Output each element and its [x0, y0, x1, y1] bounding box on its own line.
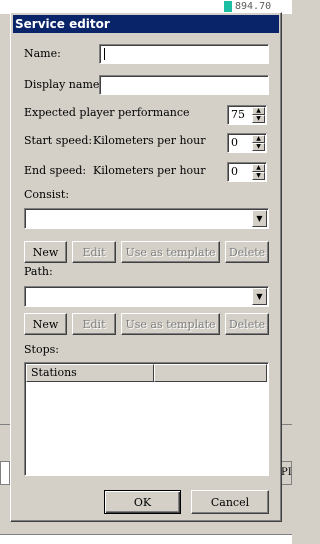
service-editor-dialog: Service editor Name: Display name: Expec… [10, 12, 282, 522]
path-template-button[interactable]: Use as template [121, 313, 220, 335]
end-speed-unit: Kilometers per hour [93, 164, 206, 177]
start-speed-value: 0 [231, 136, 238, 149]
start-speed-label: Start speed: [24, 134, 93, 147]
chevron-down-icon[interactable]: ▼ [252, 288, 267, 305]
readout-value: 894.70 [235, 0, 272, 12]
stops-list[interactable]: Stations [24, 362, 269, 476]
spin-down-icon[interactable]: ▼ [252, 172, 265, 180]
path-label: Path: [24, 265, 53, 278]
consist-edit-button[interactable]: Edit [72, 241, 116, 263]
start-speed-spinner[interactable]: 0 ▲ ▼ [227, 133, 267, 153]
stops-label: Stops: [24, 343, 59, 356]
consist-new-button[interactable]: New [24, 241, 67, 263]
spin-up-icon[interactable]: ▲ [252, 164, 265, 172]
path-dropdown[interactable]: ▼ [24, 286, 269, 307]
end-speed-label: End speed: [24, 164, 87, 177]
display-name-label: Display name: [24, 78, 104, 91]
coordinate-readout: 894.70 [224, 0, 271, 12]
cancel-button[interactable]: Cancel [191, 490, 269, 514]
background-bottom-strip [0, 534, 292, 544]
performance-spinner[interactable]: 75 ▲ ▼ [227, 105, 267, 125]
start-speed-unit: Kilometers per hour [93, 134, 206, 147]
spin-up-icon[interactable]: ▲ [252, 107, 265, 115]
end-speed-value: 0 [231, 165, 238, 178]
performance-label: Expected player performance [24, 106, 190, 119]
end-speed-spinner[interactable]: 0 ▲ ▼ [227, 162, 267, 182]
consist-delete-button[interactable]: Delete [225, 241, 269, 263]
display-name-input[interactable] [99, 75, 269, 95]
name-label: Name: [24, 47, 61, 60]
consist-label: Consist: [24, 188, 70, 201]
path-new-button[interactable]: New [24, 313, 67, 335]
path-edit-button[interactable]: Edit [72, 313, 116, 335]
consist-template-button[interactable]: Use as template [121, 241, 220, 263]
spin-up-icon[interactable]: ▲ [252, 135, 265, 143]
text-caret [104, 48, 105, 60]
stations-column-header[interactable]: Stations [26, 364, 154, 382]
background-field [0, 461, 10, 485]
readout-marker-icon [224, 0, 232, 12]
name-input[interactable] [99, 44, 269, 64]
spin-down-icon[interactable]: ▼ [252, 115, 265, 123]
consist-dropdown[interactable]: ▼ [24, 208, 269, 229]
column-header-2[interactable] [154, 364, 267, 382]
chevron-down-icon[interactable]: ▼ [252, 210, 267, 227]
spin-down-icon[interactable]: ▼ [252, 143, 265, 151]
performance-value: 75 [231, 108, 245, 121]
dialog-title[interactable]: Service editor [13, 15, 279, 33]
path-delete-button[interactable]: Delete [225, 313, 269, 335]
ok-button[interactable]: OK [104, 490, 181, 514]
